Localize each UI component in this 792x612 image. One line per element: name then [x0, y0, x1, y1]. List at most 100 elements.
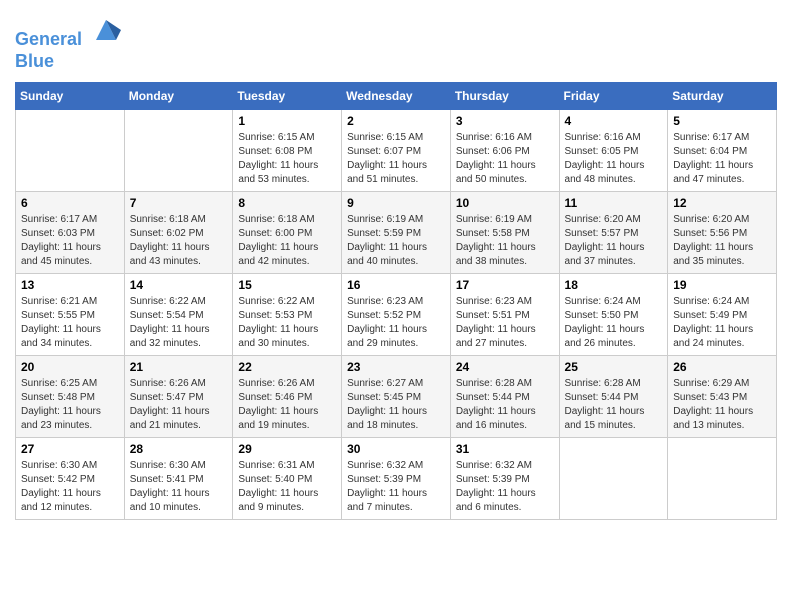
- calendar-cell: 19 Sunrise: 6:24 AMSunset: 5:49 PMDayligh…: [668, 273, 777, 355]
- calendar-cell: 22 Sunrise: 6:26 AMSunset: 5:46 PMDayligh…: [233, 355, 342, 437]
- day-number: 3: [456, 114, 554, 128]
- calendar-cell: [16, 109, 125, 191]
- calendar-cell: 9 Sunrise: 6:19 AMSunset: 5:59 PMDaylight…: [342, 191, 451, 273]
- calendar-week-5: 27Sunrise: 6:30 AMSunset: 5:42 PMDayligh…: [16, 437, 777, 519]
- calendar-week-4: 20 Sunrise: 6:25 AMSunset: 5:48 PMDayligh…: [16, 355, 777, 437]
- logo-general: General: [15, 29, 82, 49]
- day-number: 18: [565, 278, 663, 292]
- page-header: General Blue: [15, 15, 777, 72]
- day-detail: Sunrise: 6:17 AMSunset: 6:03 PMDaylight:…: [21, 213, 119, 269]
- day-detail: Sunrise: 6:21 AMSunset: 5:55 PMDaylight:…: [21, 295, 119, 351]
- calendar-cell: 31 Sunrise: 6:32 AMSunset: 5:39 PMDayligh…: [450, 437, 559, 519]
- day-detail: Sunrise: 6:31 AMSunset: 5:40 PMDaylight:…: [238, 459, 336, 515]
- day-detail: Sunrise: 6:32 AMSunset: 5:39 PMDaylight:…: [456, 459, 554, 515]
- day-detail: Sunrise: 6:19 AMSunset: 5:58 PMDaylight:…: [456, 213, 554, 269]
- day-detail: Sunrise: 6:25 AMSunset: 5:48 PMDaylight:…: [21, 377, 119, 433]
- calendar-cell: 8 Sunrise: 6:18 AMSunset: 6:00 PMDaylight…: [233, 191, 342, 273]
- logo-text: General: [15, 15, 121, 51]
- day-detail: Sunrise: 6:26 AMSunset: 5:47 PMDaylight:…: [130, 377, 228, 433]
- day-number: 12: [673, 196, 771, 210]
- calendar-cell: 4 Sunrise: 6:16 AMSunset: 6:05 PMDaylight…: [559, 109, 668, 191]
- day-detail: Sunrise: 6:16 AMSunset: 6:05 PMDaylight:…: [565, 131, 663, 187]
- day-number: 1: [238, 114, 336, 128]
- calendar-cell: 1 Sunrise: 6:15 AMSunset: 6:08 PMDaylight…: [233, 109, 342, 191]
- column-header-monday: Monday: [124, 82, 233, 109]
- calendar-cell: 29Sunrise: 6:31 AMSunset: 5:40 PMDayligh…: [233, 437, 342, 519]
- day-detail: Sunrise: 6:32 AMSunset: 5:39 PMDaylight:…: [347, 459, 445, 515]
- day-number: 26: [673, 360, 771, 374]
- day-number: 28: [130, 442, 228, 456]
- day-number: 27: [21, 442, 119, 456]
- day-detail: Sunrise: 6:29 AMSunset: 5:43 PMDaylight:…: [673, 377, 771, 433]
- day-detail: Sunrise: 6:18 AMSunset: 6:02 PMDaylight:…: [130, 213, 228, 269]
- calendar-cell: 14 Sunrise: 6:22 AMSunset: 5:54 PMDayligh…: [124, 273, 233, 355]
- calendar-cell: 5 Sunrise: 6:17 AMSunset: 6:04 PMDaylight…: [668, 109, 777, 191]
- day-number: 25: [565, 360, 663, 374]
- day-detail: Sunrise: 6:24 AMSunset: 5:49 PMDaylight:…: [673, 295, 771, 351]
- day-detail: Sunrise: 6:23 AMSunset: 5:52 PMDaylight:…: [347, 295, 445, 351]
- calendar-cell: 11Sunrise: 6:20 AMSunset: 5:57 PMDayligh…: [559, 191, 668, 273]
- day-number: 5: [673, 114, 771, 128]
- column-header-thursday: Thursday: [450, 82, 559, 109]
- day-detail: Sunrise: 6:28 AMSunset: 5:44 PMDaylight:…: [456, 377, 554, 433]
- day-number: 8: [238, 196, 336, 210]
- day-number: 17: [456, 278, 554, 292]
- day-detail: Sunrise: 6:22 AMSunset: 5:54 PMDaylight:…: [130, 295, 228, 351]
- calendar-cell: 21 Sunrise: 6:26 AMSunset: 5:47 PMDayligh…: [124, 355, 233, 437]
- calendar-cell: [559, 437, 668, 519]
- logo-icon: [91, 15, 121, 45]
- calendar-cell: 12Sunrise: 6:20 AMSunset: 5:56 PMDayligh…: [668, 191, 777, 273]
- day-number: 19: [673, 278, 771, 292]
- day-detail: Sunrise: 6:24 AMSunset: 5:50 PMDaylight:…: [565, 295, 663, 351]
- calendar-cell: 6 Sunrise: 6:17 AMSunset: 6:03 PMDaylight…: [16, 191, 125, 273]
- calendar-cell: 10 Sunrise: 6:19 AMSunset: 5:58 PMDayligh…: [450, 191, 559, 273]
- calendar-header-row: SundayMondayTuesdayWednesdayThursdayFrid…: [16, 82, 777, 109]
- calendar-cell: 24 Sunrise: 6:28 AMSunset: 5:44 PMDayligh…: [450, 355, 559, 437]
- day-number: 14: [130, 278, 228, 292]
- calendar-cell: 20 Sunrise: 6:25 AMSunset: 5:48 PMDayligh…: [16, 355, 125, 437]
- calendar-cell: [668, 437, 777, 519]
- day-number: 2: [347, 114, 445, 128]
- calendar-cell: 3 Sunrise: 6:16 AMSunset: 6:06 PMDaylight…: [450, 109, 559, 191]
- calendar-cell: 16 Sunrise: 6:23 AMSunset: 5:52 PMDayligh…: [342, 273, 451, 355]
- day-number: 20: [21, 360, 119, 374]
- day-detail: Sunrise: 6:23 AMSunset: 5:51 PMDaylight:…: [456, 295, 554, 351]
- day-detail: Sunrise: 6:18 AMSunset: 6:00 PMDaylight:…: [238, 213, 336, 269]
- day-number: 30: [347, 442, 445, 456]
- day-detail: Sunrise: 6:19 AMSunset: 5:59 PMDaylight:…: [347, 213, 445, 269]
- day-number: 23: [347, 360, 445, 374]
- calendar-cell: 26 Sunrise: 6:29 AMSunset: 5:43 PMDayligh…: [668, 355, 777, 437]
- day-detail: Sunrise: 6:16 AMSunset: 6:06 PMDaylight:…: [456, 131, 554, 187]
- day-number: 21: [130, 360, 228, 374]
- day-number: 10: [456, 196, 554, 210]
- day-number: 16: [347, 278, 445, 292]
- column-header-tuesday: Tuesday: [233, 82, 342, 109]
- day-number: 24: [456, 360, 554, 374]
- day-detail: Sunrise: 6:20 AMSunset: 5:57 PMDaylight:…: [565, 213, 663, 269]
- day-number: 31: [456, 442, 554, 456]
- day-number: 13: [21, 278, 119, 292]
- day-detail: Sunrise: 6:15 AMSunset: 6:08 PMDaylight:…: [238, 131, 336, 187]
- calendar-week-1: 1 Sunrise: 6:15 AMSunset: 6:08 PMDaylight…: [16, 109, 777, 191]
- calendar-cell: 17 Sunrise: 6:23 AMSunset: 5:51 PMDayligh…: [450, 273, 559, 355]
- calendar-cell: 18 Sunrise: 6:24 AMSunset: 5:50 PMDayligh…: [559, 273, 668, 355]
- calendar-cell: 30 Sunrise: 6:32 AMSunset: 5:39 PMDayligh…: [342, 437, 451, 519]
- day-detail: Sunrise: 6:22 AMSunset: 5:53 PMDaylight:…: [238, 295, 336, 351]
- calendar-cell: 2Sunrise: 6:15 AMSunset: 6:07 PMDaylight…: [342, 109, 451, 191]
- day-detail: Sunrise: 6:17 AMSunset: 6:04 PMDaylight:…: [673, 131, 771, 187]
- day-number: 9: [347, 196, 445, 210]
- calendar-cell: 28Sunrise: 6:30 AMSunset: 5:41 PMDayligh…: [124, 437, 233, 519]
- day-detail: Sunrise: 6:27 AMSunset: 5:45 PMDaylight:…: [347, 377, 445, 433]
- day-number: 22: [238, 360, 336, 374]
- calendar-cell: 7 Sunrise: 6:18 AMSunset: 6:02 PMDaylight…: [124, 191, 233, 273]
- column-header-friday: Friday: [559, 82, 668, 109]
- day-detail: Sunrise: 6:26 AMSunset: 5:46 PMDaylight:…: [238, 377, 336, 433]
- calendar-table: SundayMondayTuesdayWednesdayThursdayFrid…: [15, 82, 777, 520]
- day-number: 6: [21, 196, 119, 210]
- day-detail: Sunrise: 6:28 AMSunset: 5:44 PMDaylight:…: [565, 377, 663, 433]
- day-number: 4: [565, 114, 663, 128]
- logo: General Blue: [15, 15, 121, 72]
- day-number: 7: [130, 196, 228, 210]
- calendar-cell: 15Sunrise: 6:22 AMSunset: 5:53 PMDayligh…: [233, 273, 342, 355]
- calendar-cell: 25 Sunrise: 6:28 AMSunset: 5:44 PMDayligh…: [559, 355, 668, 437]
